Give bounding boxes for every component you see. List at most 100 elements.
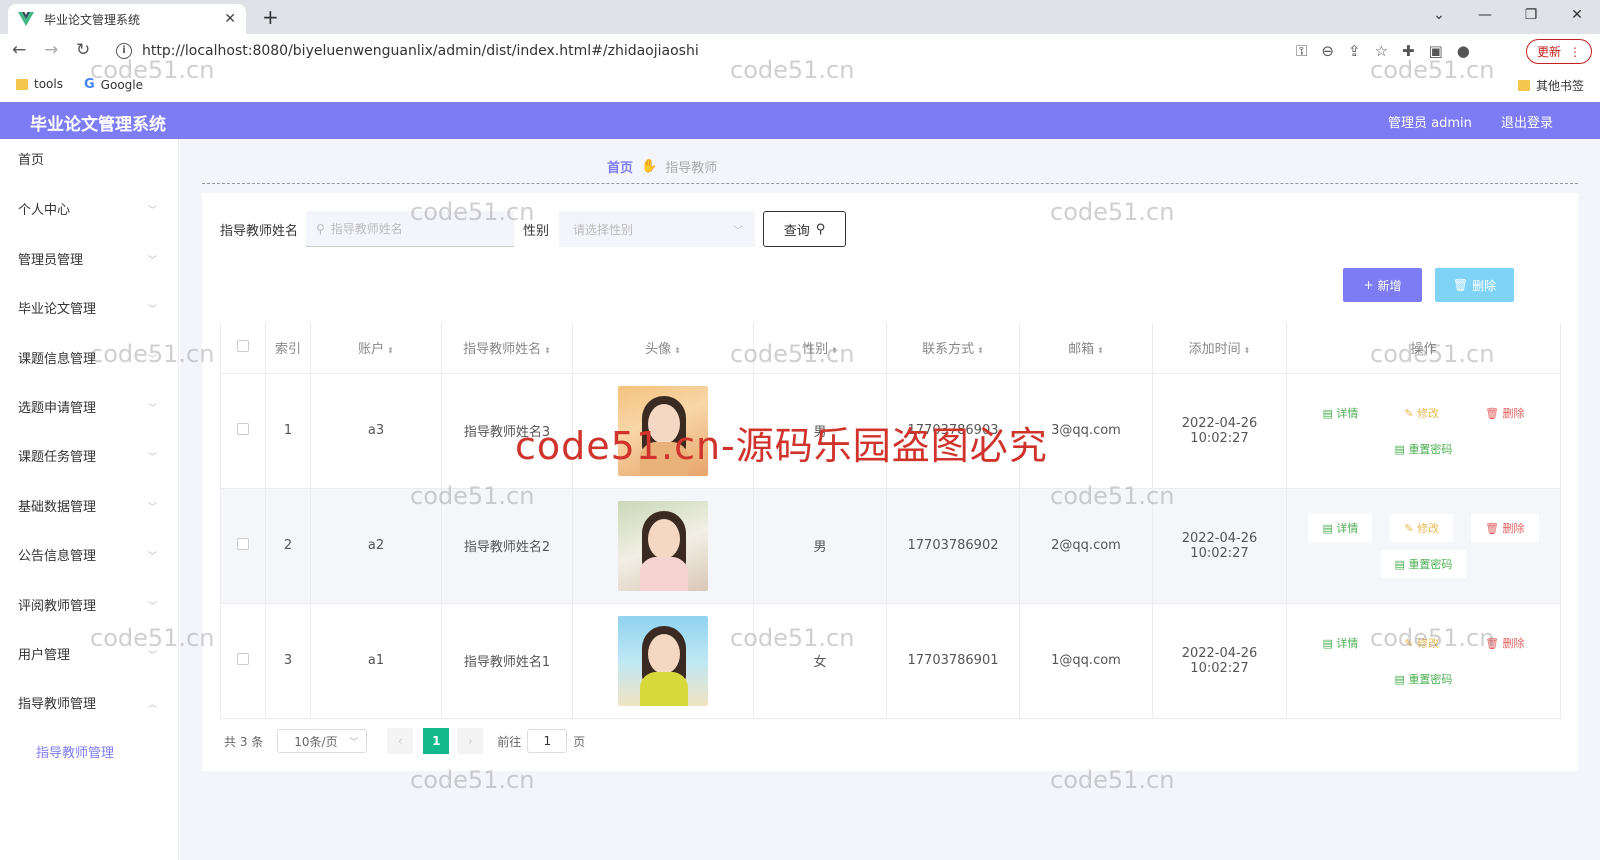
- pagination: 共 3 条 10条/页 ﹀ ‹ 1 › 前往 1 页: [224, 728, 585, 754]
- table-row: 2 a2 指导教师姓名2 男 17703786902 2@qq.com 2022…: [220, 487, 1561, 604]
- avatar[interactable]: [618, 615, 708, 706]
- col-account[interactable]: 账户 ⬍: [310, 323, 442, 374]
- zoom-icon[interactable]: ⊖: [1321, 42, 1334, 60]
- name-search-label: 指导教师姓名: [220, 224, 299, 239]
- name-search-input[interactable]: ⚲ 指导教师姓名: [306, 211, 514, 247]
- minimize-icon[interactable]: —: [1462, 0, 1508, 34]
- sidebar-item-home[interactable]: 首页: [0, 146, 179, 176]
- sidebar-item-tasks[interactable]: 课题任务管理 ﹀: [0, 443, 179, 473]
- sidebar-item-label: 毕业论文管理: [18, 302, 97, 317]
- extensions-icon[interactable]: ✚: [1402, 42, 1415, 60]
- goto-input[interactable]: 1: [527, 729, 568, 753]
- remove-label: 删除: [1502, 406, 1525, 420]
- row-checkbox[interactable]: [237, 537, 249, 550]
- sort-icon[interactable]: ⬍: [977, 346, 984, 355]
- goto-suffix: 页: [573, 734, 586, 749]
- bookmark-label: 其他书签: [1536, 79, 1585, 93]
- edit-label: 修改: [1417, 406, 1440, 420]
- page-number[interactable]: 1: [423, 728, 450, 754]
- chevron-down-icon: ﹀: [147, 206, 157, 216]
- avatar[interactable]: [618, 385, 708, 476]
- delete-button[interactable]: 🗑 删除: [1471, 399, 1538, 427]
- sidebar-item-label: 公告信息管理: [18, 549, 97, 564]
- reload-icon[interactable]: ↻: [76, 40, 90, 60]
- restore-icon[interactable]: ❐: [1508, 0, 1554, 34]
- gender-select[interactable]: 请选择性别 ﹀: [559, 211, 755, 247]
- cell-account: a1: [310, 602, 442, 719]
- close-tab-icon[interactable]: ✕: [224, 11, 236, 27]
- sidebar-item-thesis[interactable]: 毕业论文管理 ﹀: [0, 295, 179, 325]
- col-email[interactable]: 邮箱 ⬍: [1019, 323, 1153, 374]
- col-name[interactable]: 指导教师姓名 ⬍: [441, 323, 573, 374]
- sidebar-item-advisors[interactable]: 指导教师管理 ︿: [0, 690, 179, 720]
- col-phone[interactable]: 联系方式 ⬍: [886, 323, 1020, 374]
- sidebar-item-basedata[interactable]: 基础数据管理 ﹀: [0, 493, 179, 523]
- col-time[interactable]: 添加时间 ⬍: [1152, 323, 1287, 374]
- sort-icon[interactable]: ⬍: [674, 346, 681, 355]
- close-window-icon[interactable]: ✕: [1554, 0, 1600, 34]
- delete-button[interactable]: 🗑 删除: [1471, 513, 1539, 542]
- bookmark-google[interactable]: G Google: [84, 77, 143, 92]
- key-icon[interactable]: ⚿: [1296, 42, 1307, 60]
- cell-account: a2: [310, 487, 442, 604]
- url-field[interactable]: i http://localhost:8080/biyeluenwenguanl…: [108, 38, 1288, 64]
- forward-icon[interactable]: →: [44, 40, 58, 60]
- page-jump: 前往 1 页: [497, 729, 585, 753]
- edit-button[interactable]: ✎ 修改: [1390, 513, 1454, 542]
- col-avatar[interactable]: 头像 ⬍: [572, 323, 754, 374]
- add-button[interactable]: + 新增: [1343, 268, 1422, 302]
- browser-tab[interactable]: 毕业论文管理系统 ✕: [8, 4, 246, 34]
- reset-password-button[interactable]: ▤ 重置密码: [1381, 665, 1467, 693]
- select-all-checkbox[interactable]: [237, 339, 249, 352]
- edit-button[interactable]: ✎ 修改: [1390, 629, 1453, 657]
- reset-password-button[interactable]: ▤ 重置密码: [1381, 435, 1467, 463]
- share-icon[interactable]: ⇪: [1348, 42, 1361, 60]
- col-label: 账户: [358, 342, 385, 358]
- search-icon: ⚲: [815, 221, 826, 237]
- col-gender[interactable]: 性别 ⬍: [753, 323, 887, 374]
- row-checkbox[interactable]: [237, 422, 249, 435]
- page-size-select[interactable]: 10条/页 ﹀: [277, 729, 368, 753]
- sort-icon[interactable]: ⬍: [387, 346, 394, 355]
- site-info-icon[interactable]: i: [116, 43, 132, 59]
- reset-label: 重置密码: [1408, 672, 1453, 686]
- sort-icon[interactable]: ⬍: [544, 346, 551, 355]
- side-panel-icon[interactable]: ▣: [1429, 42, 1443, 60]
- sidebar-item-users[interactable]: 用户管理 ﹀: [0, 641, 179, 671]
- logout-link[interactable]: 退出登录: [1501, 112, 1553, 131]
- bookmark-star-icon[interactable]: ☆: [1375, 42, 1388, 60]
- sort-icon[interactable]: ⬍: [831, 346, 838, 355]
- sort-icon[interactable]: ⬍: [1097, 346, 1104, 355]
- sidebar-subitem-advisors[interactable]: 指导教师管理: [36, 742, 114, 761]
- update-button[interactable]: 更新 ⋮: [1526, 39, 1592, 64]
- bookmark-tools[interactable]: tools: [16, 77, 63, 91]
- batch-delete-button[interactable]: 🗑 删除: [1435, 268, 1514, 302]
- sidebar-item-notices[interactable]: 公告信息管理 ﹀: [0, 542, 179, 572]
- new-tab-icon[interactable]: +: [262, 5, 279, 29]
- sidebar-item-admins[interactable]: 管理员管理 ﹀: [0, 246, 179, 276]
- detail-button[interactable]: ▤ 详情: [1308, 629, 1372, 657]
- delete-button[interactable]: 🗑 删除: [1471, 629, 1538, 657]
- tab-list-icon[interactable]: ⌄: [1416, 0, 1462, 34]
- profile-icon[interactable]: ●: [1457, 42, 1470, 60]
- row-checkbox[interactable]: [237, 652, 249, 665]
- detail-button[interactable]: ▤ 详情: [1308, 399, 1372, 427]
- reset-password-button[interactable]: ▤ 重置密码: [1380, 549, 1467, 578]
- sidebar-item-topics[interactable]: 课题信息管理 ﹀: [0, 345, 179, 375]
- avatar[interactable]: [618, 500, 708, 591]
- other-bookmarks[interactable]: 其他书签: [1518, 77, 1584, 94]
- prev-page-icon[interactable]: ‹: [387, 728, 414, 754]
- edit-button[interactable]: ✎ 修改: [1390, 399, 1453, 427]
- breadcrumb-home[interactable]: 首页: [607, 157, 633, 176]
- sort-icon[interactable]: ⬍: [1244, 346, 1251, 355]
- next-page-icon[interactable]: ›: [457, 728, 484, 754]
- detail-button[interactable]: ▤ 详情: [1308, 513, 1373, 542]
- chevron-down-icon: ﹀: [147, 404, 157, 414]
- sidebar-item-applications[interactable]: 选题申请管理 ﹀: [0, 394, 179, 424]
- sidebar-item-reviewers[interactable]: 评阅教师管理 ﹀: [0, 592, 179, 622]
- sidebar-item-profile[interactable]: 个人中心 ﹀: [0, 196, 179, 226]
- query-button[interactable]: 查询 ⚲: [763, 211, 846, 247]
- back-icon[interactable]: ←: [12, 40, 26, 60]
- cell-avatar: [572, 602, 754, 719]
- cell-name: 指导教师姓名3: [441, 372, 573, 489]
